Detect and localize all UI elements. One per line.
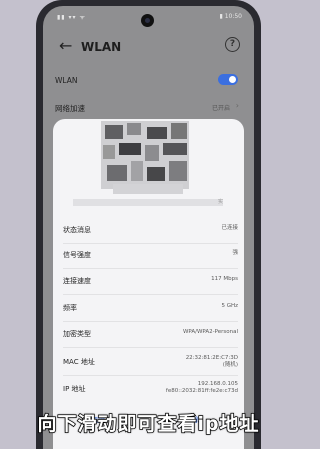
detail-value: 已连接 xyxy=(221,225,238,231)
detail-value: 22:32:81:2E:C7:3D xyxy=(185,355,238,361)
divider xyxy=(63,294,238,295)
detail-row-encryption: 加密类型 WPA/WPA2-Personal xyxy=(63,329,238,343)
network-name-blurred xyxy=(113,184,183,194)
divider xyxy=(63,347,238,348)
detail-row-mac: MAC 地址 22:32:81:2E:C7:3D (随机) xyxy=(63,355,238,373)
chevron-right-icon: › xyxy=(235,101,239,110)
network-caption-text: 实 xyxy=(217,199,223,205)
network-accel-value: 已开启 xyxy=(211,105,230,112)
detail-value-group: 22:32:81:2E:C7:3D (随机) xyxy=(186,355,238,369)
detail-value: 强 xyxy=(232,250,238,256)
divider xyxy=(63,268,238,269)
divider xyxy=(63,375,238,376)
detail-value: 117 Mbps xyxy=(211,276,238,282)
detail-key: 状态消息 xyxy=(63,226,91,234)
divider xyxy=(63,321,238,322)
detail-key: MAC 地址 xyxy=(63,358,95,366)
detail-value-sub: (随机) xyxy=(222,362,238,368)
detail-key: 连接速度 xyxy=(63,277,91,285)
detail-value: WPA/WPA2-Personal xyxy=(182,329,238,335)
divider xyxy=(63,243,238,244)
detail-value-sub: fe80::2032:81ff:fe2e:c73d xyxy=(165,388,238,394)
wlan-toggle-row[interactable]: WLAN xyxy=(55,74,242,85)
detail-value: 5 GHz xyxy=(221,303,238,309)
detail-key: 信号强度 xyxy=(63,251,91,259)
network-accel-row[interactable]: 网络加速 已开启 › xyxy=(55,101,242,114)
network-accel-label: 网络加速 xyxy=(55,104,85,113)
detail-row-speed: 连接速度 117 Mbps xyxy=(63,276,238,290)
help-icon[interactable]: ? xyxy=(225,37,240,52)
wlan-toggle[interactable] xyxy=(218,74,238,85)
front-camera xyxy=(141,14,154,27)
detail-row-status: 状态消息 已连接 xyxy=(63,225,238,239)
qr-code-blurred xyxy=(101,121,189,189)
network-details-sheet: 实 状态消息 已连接 信号强度 强 连接速度 117 Mbps 频率 5 GHz… xyxy=(53,119,244,449)
detail-row-signal: 信号强度 强 xyxy=(63,250,238,264)
detail-key: IP 地址 xyxy=(63,385,86,393)
detail-value-group: 192.168.0.105 fe80::2032:81ff:fe2e:c73d xyxy=(166,381,238,395)
title-bar: ← WLAN ? xyxy=(43,33,254,63)
network-caption-blurred: 实 xyxy=(73,199,223,206)
wlan-label: WLAN xyxy=(55,76,78,85)
detail-row-ip: IP 地址 192.168.0.105 fe80::2032:81ff:fe2e… xyxy=(63,381,238,399)
status-right: ▮ 10:50 xyxy=(219,13,243,20)
page-title: WLAN xyxy=(81,40,122,54)
phone-screen: ▮▮ ▾▾ ᯤ ▮ 10:50 ← WLAN ? WLAN 网络加速 已开启 › xyxy=(43,6,254,449)
video-subtitle: 向下滑动即可查看ip地址 xyxy=(37,412,260,436)
back-arrow-icon[interactable]: ← xyxy=(59,36,72,56)
detail-row-frequency: 频率 5 GHz xyxy=(63,303,238,317)
detail-value: 192.168.0.105 xyxy=(197,381,238,387)
status-left: ▮▮ ▾▾ ᯤ xyxy=(57,14,86,21)
detail-key: 加密类型 xyxy=(63,330,91,338)
detail-key: 频率 xyxy=(63,304,77,312)
